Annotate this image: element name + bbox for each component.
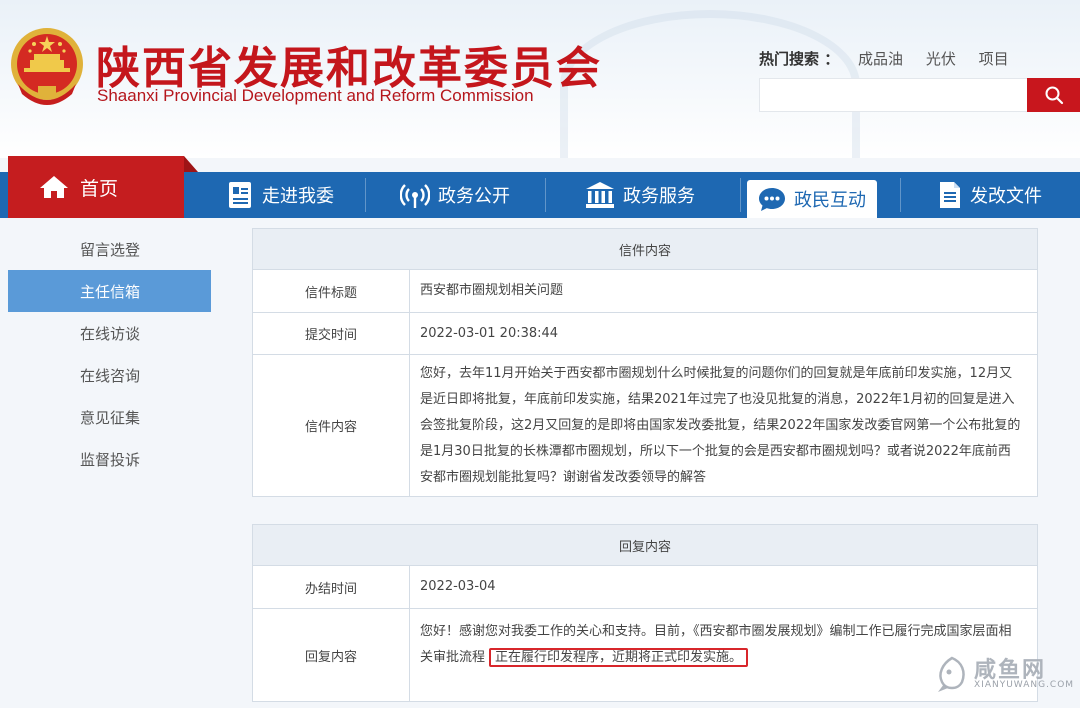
nav-home-label: 首页 — [80, 177, 119, 200]
hot-search-item[interactable]: 成品油 — [858, 50, 903, 68]
letter-time-label: 提交时间 — [253, 313, 410, 354]
nav-item-label: 政务公开 — [438, 186, 510, 207]
file-icon — [938, 181, 962, 209]
reply-time-label: 办结时间 — [253, 566, 410, 608]
sidebar-item-label: 在线访谈 — [80, 324, 141, 343]
reply-heading: 回复内容 — [253, 525, 1037, 566]
watermark: 咸鱼网 XIANYUWANG.COM — [934, 650, 1080, 702]
nav-separator — [365, 178, 366, 212]
sidebar-item-label: 在线咨询 — [80, 366, 141, 385]
nav-item-disclosure[interactable]: 政务公开 — [370, 172, 540, 218]
sidebar-item-complaint[interactable]: 监督投诉 — [8, 438, 211, 480]
national-emblem-icon — [11, 28, 83, 105]
nav-item-label: 走进我委 — [262, 186, 334, 207]
reply-panel: 回复内容 办结时间 2022-03-04 回复内容 您好！感谢您对我委工作的关心… — [252, 524, 1038, 702]
nav-item-documents[interactable]: 发改文件 — [905, 172, 1075, 218]
sidebar-item-online-consult[interactable]: 在线咨询 — [8, 354, 211, 396]
search-icon — [1045, 86, 1063, 105]
table-row: 提交时间 2022-03-01 20:38:44 — [253, 313, 1037, 355]
hot-search: 热门搜索 ： 成品油 光伏 项目 — [759, 48, 1027, 69]
sidebar-item-message-selection[interactable]: 留言选登 — [8, 228, 211, 270]
home-icon — [40, 176, 68, 198]
nav-item-label: 发改文件 — [970, 186, 1042, 207]
search-button[interactable] — [1027, 78, 1080, 112]
search-input[interactable] — [759, 78, 1027, 112]
chat-bubble-icon — [758, 186, 786, 212]
site-subtitle: Shaanxi Provincial Development and Refor… — [97, 86, 534, 105]
letter-time-value: 2022-03-01 20:38:44 — [420, 325, 559, 341]
letter-content-label: 信件内容 — [253, 355, 410, 496]
letter-panel: 信件内容 信件标题 西安都市圈规划相关问题 提交时间 2022-03-01 20… — [252, 228, 1038, 497]
fish-logo-icon — [938, 656, 965, 692]
reply-time-value: 2022-03-04 — [420, 579, 496, 594]
nav-item-label: 政务服务 — [623, 186, 695, 207]
building-icon — [585, 181, 615, 209]
hot-search-item[interactable]: 光伏 — [926, 50, 956, 68]
hot-search-label: 热门搜索 ： — [759, 50, 840, 68]
nav-item-label: 政民互动 — [794, 190, 866, 211]
letter-heading: 信件内容 — [253, 229, 1037, 270]
sidebar-item-label: 主任信箱 — [80, 282, 141, 301]
reply-highlight: 正在履行印发程序，近期将正式印发实施。 — [489, 648, 749, 667]
sidebar-item-label: 监督投诉 — [80, 450, 141, 469]
sidebar-item-label: 意见征集 — [80, 408, 141, 427]
nav-home-fold — [184, 156, 198, 172]
nav-home[interactable]: 首页 — [8, 156, 184, 218]
nav-item-services[interactable]: 政务服务 — [550, 172, 730, 218]
hot-search-item[interactable]: 项目 — [979, 50, 1009, 68]
table-row: 办结时间 2022-03-04 — [253, 566, 1037, 609]
table-row: 回复内容 您好！感谢您对我委工作的关心和支持。目前，《西安都市圈发展规划》编制工… — [253, 609, 1037, 701]
reply-content-label: 回复内容 — [253, 609, 410, 701]
nav-separator — [900, 178, 901, 212]
letter-title-value: 西安都市圈规划相关问题 — [420, 283, 564, 298]
document-person-icon — [228, 181, 254, 209]
sidebar-item-label: 留言选登 — [80, 240, 141, 259]
site-header: 陕西省发展和改革委员会 Shaanxi Provincial Developme… — [0, 0, 1080, 158]
table-row: 信件标题 西安都市圈规划相关问题 — [253, 270, 1037, 313]
letter-title-label: 信件标题 — [253, 270, 410, 312]
sidebar: 留言选登 主任信箱 在线访谈 在线咨询 意见征集 监督投诉 — [8, 228, 211, 480]
sidebar-item-online-interview[interactable]: 在线访谈 — [8, 312, 211, 354]
watermark-sub: XIANYUWANG.COM — [974, 680, 1075, 690]
letter-content-value: 您好，去年11月开始关于西安都市圈规划什么时候批复的问题你们的回复就是年底前印发… — [420, 365, 1021, 485]
nav-separator — [545, 178, 546, 212]
broadcast-icon — [400, 181, 430, 209]
sidebar-item-director-mailbox[interactable]: 主任信箱 — [8, 270, 211, 312]
nav-item-interaction[interactable]: 政民互动 — [747, 180, 877, 218]
sidebar-item-opinion-collection[interactable]: 意见征集 — [8, 396, 211, 438]
nav-item-about[interactable]: 走进我委 — [200, 172, 362, 218]
nav-separator — [740, 178, 741, 212]
table-row: 信件内容 您好，去年11月开始关于西安都市圈规划什么时候批复的问题你们的回复就是… — [253, 355, 1037, 496]
